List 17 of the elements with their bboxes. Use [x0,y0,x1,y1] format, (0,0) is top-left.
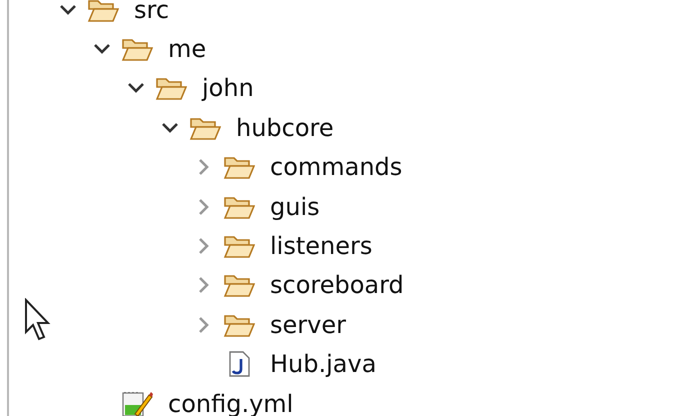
folder-icon [87,0,119,23]
folder-icon [223,272,255,298]
folder-icon [223,233,255,260]
tree-item-label[interactable]: me [168,37,206,62]
tree-item-label[interactable]: guis [270,194,320,219]
tree-item-label[interactable]: john [202,76,254,100]
folder-icon [155,75,187,102]
folder-icon [223,154,255,180]
tree-item-label[interactable]: Hub.java [270,352,376,376]
tree-item-label[interactable]: listeners [270,234,372,258]
tree-item-label[interactable]: src [134,0,170,22]
mouse-pointer-icon [24,298,52,342]
tree-item-label[interactable]: commands [270,155,402,180]
tree-item-label[interactable]: server [270,312,346,337]
tree-item-label[interactable]: scoreboard [270,273,404,298]
tree-item-label[interactable]: hubcore [236,116,334,140]
folder-icon [121,36,153,62]
